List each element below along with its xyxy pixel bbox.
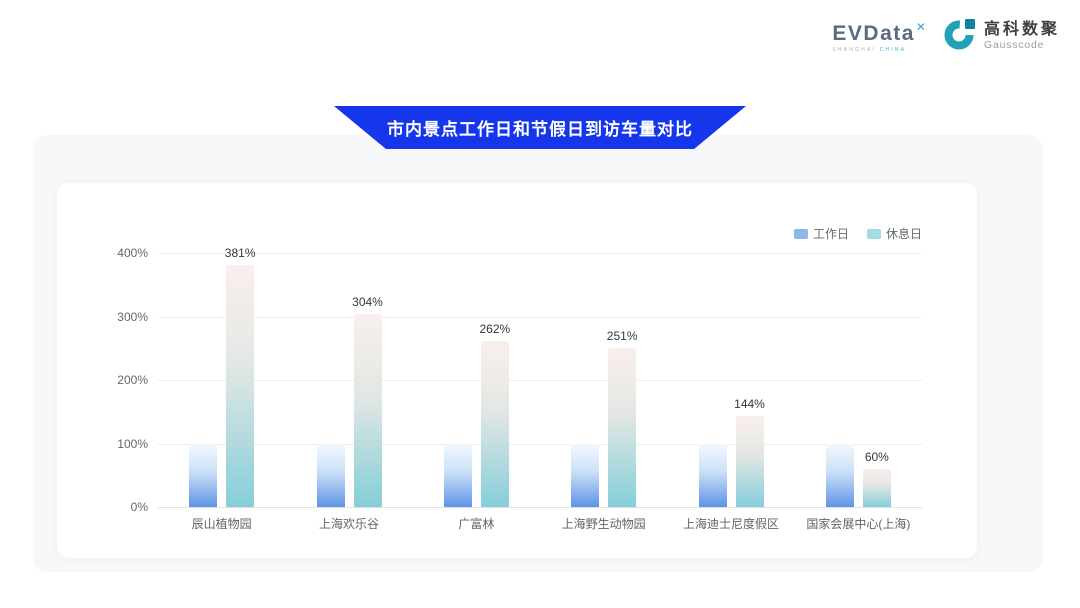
bar-休息日-国家会展中心(上海) — [863, 469, 891, 507]
bar-休息日-上海迪士尼度假区 — [736, 416, 764, 507]
bar-休息日-上海野生动物园 — [608, 348, 636, 507]
x-axis-line — [158, 507, 922, 508]
x-category-label: 辰山植物园 — [192, 515, 252, 532]
content-panel: 工作日 休息日 0% 100% 200% 300% 400% 381% 304% 262% 25… — [33, 135, 1043, 572]
chart-card: 工作日 休息日 0% 100% 200% 300% 400% 381% 304% 262% 25… — [57, 183, 977, 558]
legend-item-工作日[interactable]: 工作日 — [794, 225, 849, 242]
bar-value-label: 262% — [479, 322, 510, 336]
legend-item-休息日[interactable]: 休息日 — [867, 225, 922, 242]
page-title: 市内景点工作日和节假日到访车量对比 — [387, 115, 693, 140]
x-category-label: 上海迪士尼度假区 — [683, 515, 779, 532]
bar-value-label: 381% — [225, 246, 256, 260]
x-category-label: 广富林 — [458, 515, 494, 532]
chart-legend: 工作日 休息日 — [794, 225, 922, 242]
evdata-wordmark: EVData — [832, 22, 915, 45]
y-tick-label: 400% — [57, 246, 148, 260]
y-tick-label: 300% — [57, 310, 148, 324]
gausscode-cn-name: 高科数聚 — [984, 21, 1060, 39]
bar-工作日-上海欢乐谷 — [317, 444, 345, 508]
title-banner: 市内景点工作日和节假日到访车量对比 — [334, 106, 746, 149]
legend-label: 休息日 — [886, 225, 922, 242]
bar-工作日-辰山植物园 — [189, 444, 217, 508]
gausscode-en-name: Gausscode — [984, 39, 1060, 51]
bar-工作日-国家会展中心(上海) — [826, 444, 854, 508]
bar-value-label: 251% — [607, 329, 638, 343]
legend-swatch-icon — [794, 229, 808, 239]
bar-休息日-上海欢乐谷 — [354, 314, 382, 507]
chart-plot-area: 381%304%262%251%144%60% — [158, 253, 922, 507]
bar-value-label: 60% — [865, 450, 889, 464]
brand-logos: EVData✕ SHANGHAI CHINA 高科数聚 Gausscode — [832, 16, 1060, 55]
bar-value-label: 144% — [734, 397, 765, 411]
bar-工作日-上海野生动物园 — [571, 444, 599, 508]
legend-swatch-icon — [867, 229, 881, 239]
y-tick-label: 200% — [57, 373, 148, 387]
bar-休息日-辰山植物园 — [226, 265, 254, 507]
evdata-logo: EVData✕ SHANGHAI CHINA — [832, 16, 926, 53]
bar-工作日-上海迪士尼度假区 — [699, 444, 727, 508]
gausscode-text: 高科数聚 Gausscode — [984, 21, 1060, 51]
y-tick-label: 0% — [57, 500, 148, 514]
gausscode-g-icon — [944, 16, 978, 55]
evdata-x-icon: ✕ — [916, 20, 926, 34]
bar-休息日-广富林 — [481, 341, 509, 507]
bar-工作日-广富林 — [444, 444, 472, 508]
y-tick-label: 100% — [57, 437, 148, 451]
x-category-label: 上海野生动物园 — [562, 515, 646, 532]
x-category-label: 上海欢乐谷 — [319, 515, 379, 532]
bar-value-label: 304% — [352, 295, 383, 309]
gausscode-logo: 高科数聚 Gausscode — [944, 16, 1060, 55]
evdata-subtitle: SHANGHAI CHINA — [832, 47, 926, 53]
x-category-label: 国家会展中心(上海) — [806, 515, 910, 532]
legend-label: 工作日 — [813, 225, 849, 242]
